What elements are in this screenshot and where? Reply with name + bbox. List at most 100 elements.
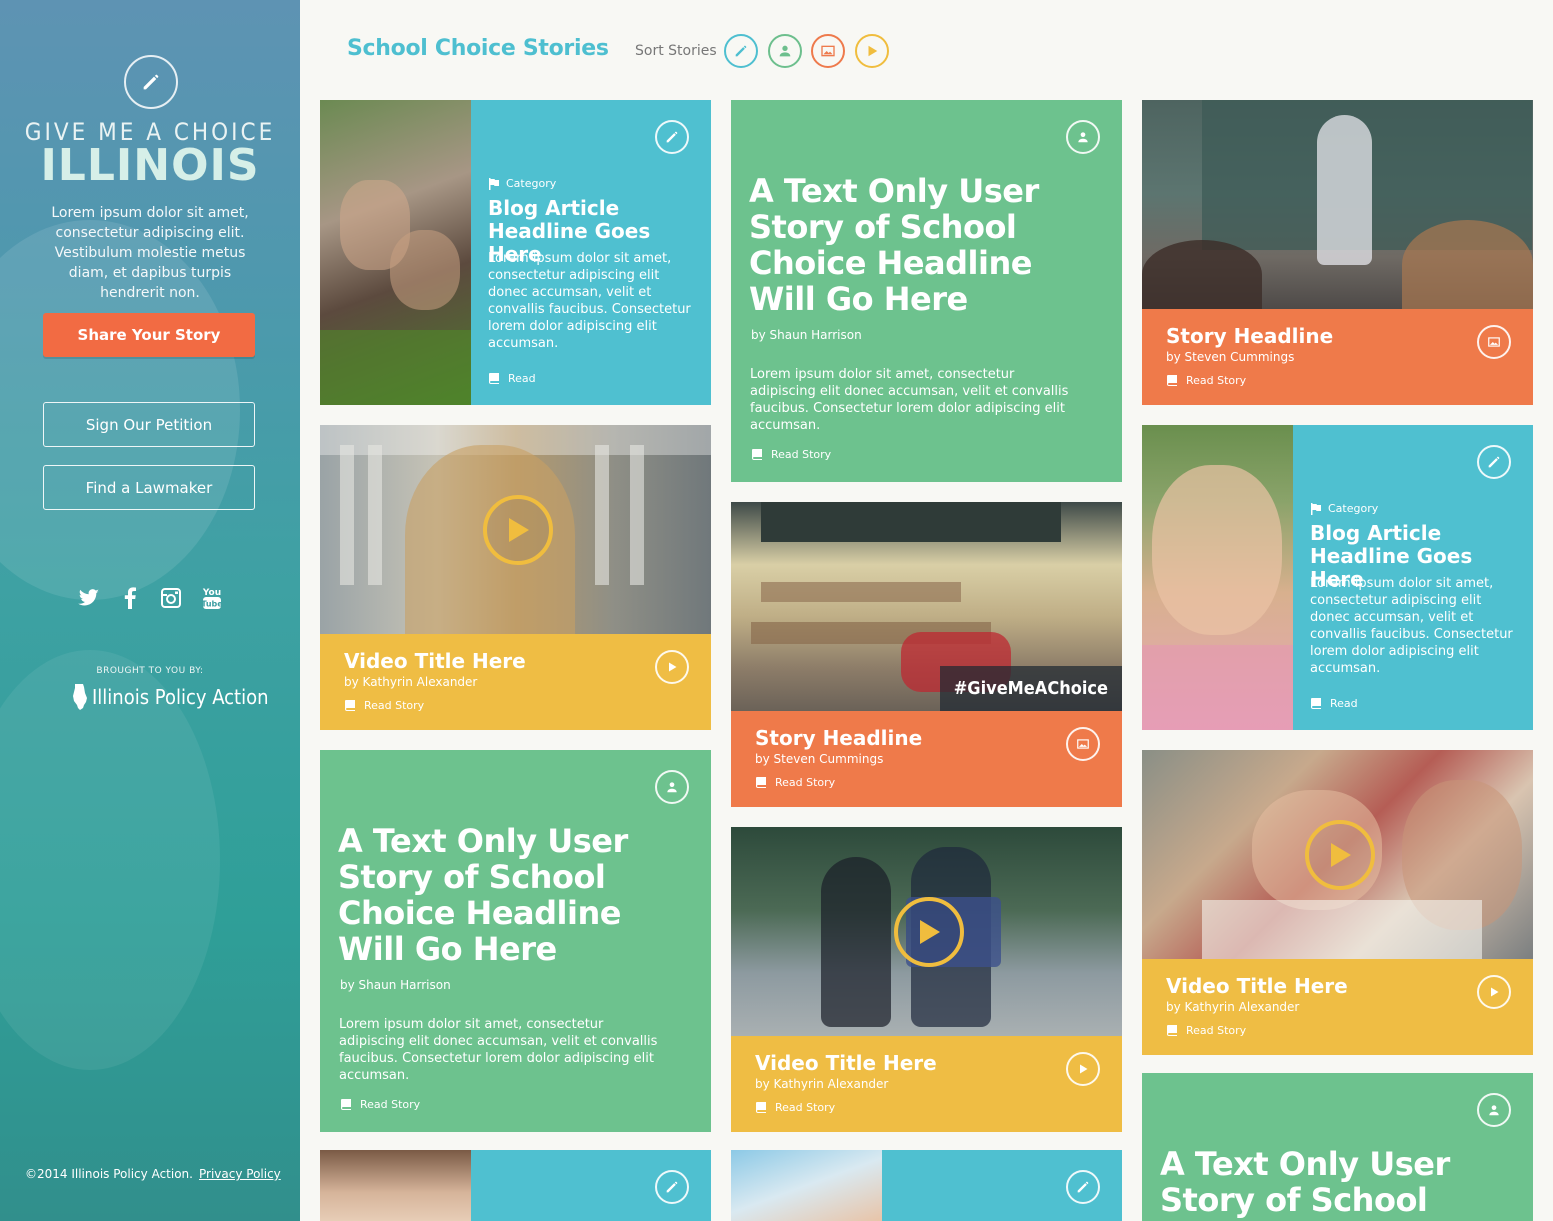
user-icon[interactable] bbox=[1477, 1093, 1511, 1127]
play-video-button[interactable] bbox=[483, 495, 553, 565]
pencil-icon bbox=[735, 45, 747, 57]
blog-card[interactable] bbox=[731, 1150, 1122, 1221]
story-byline: by Shaun Harrison bbox=[340, 978, 451, 992]
category-label[interactable]: Category bbox=[488, 177, 556, 190]
video-card[interactable]: Video Title Here by Kathyrin Alexander R… bbox=[731, 827, 1122, 1132]
story-headline[interactable]: Story Headline bbox=[755, 726, 922, 750]
social-links: You Tube bbox=[78, 586, 223, 610]
read-story-link[interactable]: Read Story bbox=[755, 1101, 835, 1114]
sponsor-logo[interactable]: Illinois Policy Action bbox=[72, 683, 269, 711]
user-icon[interactable] bbox=[655, 770, 689, 804]
youtube-icon[interactable]: You Tube bbox=[201, 586, 223, 610]
video-card[interactable]: Video Title Here by Kathyrin Alexander R… bbox=[320, 425, 711, 730]
blog-card[interactable]: Category Blog Article Headline Goes Here… bbox=[320, 100, 711, 405]
category-text: Category bbox=[506, 177, 557, 190]
story-byline: by Steven Cummings bbox=[755, 752, 884, 766]
read-text: Read Story bbox=[1186, 1024, 1247, 1037]
sort-photo-button[interactable] bbox=[811, 34, 845, 68]
intro-text: Lorem ipsum dolor sit amet, consectetur … bbox=[51, 205, 249, 301]
share-story-button[interactable]: Share Your Story bbox=[43, 313, 255, 357]
blog-card[interactable]: Category Blog Article Headline Goes Here… bbox=[1142, 425, 1533, 730]
pencil-logo-icon[interactable] bbox=[124, 55, 178, 109]
image-icon[interactable] bbox=[1066, 727, 1100, 761]
read-text: Read Story bbox=[364, 699, 425, 712]
site-brand[interactable]: ILLINOIS bbox=[0, 140, 300, 191]
read-text: Read Story bbox=[775, 1101, 836, 1114]
blog-card[interactable] bbox=[320, 1150, 711, 1221]
text-story-card[interactable]: A Text Only User Story of School Choice … bbox=[731, 100, 1122, 482]
read-text: Read Story bbox=[775, 776, 836, 789]
story-photo bbox=[1142, 425, 1293, 730]
read-text: Read Story bbox=[360, 1098, 421, 1111]
instagram-icon[interactable] bbox=[160, 586, 182, 610]
book-icon bbox=[1311, 698, 1321, 709]
play-video-button[interactable] bbox=[894, 897, 964, 967]
story-photo bbox=[320, 1150, 471, 1221]
read-text: Read Story bbox=[771, 448, 832, 461]
sidebar: GIVE ME A CHOICE ILLINOIS Lorem ipsum do… bbox=[0, 0, 300, 1221]
play-video-button[interactable] bbox=[1305, 820, 1375, 890]
story-photo bbox=[320, 100, 471, 405]
book-icon bbox=[752, 449, 762, 460]
read-story-link[interactable]: Read Story bbox=[340, 1098, 420, 1111]
book-icon bbox=[489, 373, 499, 384]
read-story-link[interactable]: Read Story bbox=[1166, 374, 1246, 387]
book-icon bbox=[756, 777, 766, 788]
illinois-state-icon bbox=[73, 684, 87, 710]
user-icon bbox=[779, 45, 791, 57]
flag-icon bbox=[1311, 502, 1321, 515]
play-circle-icon[interactable] bbox=[1066, 1052, 1100, 1086]
pencil-icon[interactable] bbox=[655, 1170, 689, 1204]
read-story-link[interactable]: Read Story bbox=[344, 699, 424, 712]
story-headline[interactable]: A Text Only User Story of School Choice … bbox=[338, 823, 658, 967]
read-text: Read Story bbox=[1186, 374, 1247, 387]
pencil-icon[interactable] bbox=[655, 120, 689, 154]
story-headline[interactable]: A Text Only User Story of School bbox=[1160, 1146, 1480, 1218]
background-photo-overlay bbox=[0, 650, 220, 1070]
image-icon bbox=[821, 45, 835, 57]
user-icon[interactable] bbox=[1066, 120, 1100, 154]
video-title[interactable]: Video Title Here bbox=[755, 1051, 937, 1075]
facebook-icon[interactable] bbox=[119, 586, 141, 610]
video-title[interactable]: Video Title Here bbox=[344, 649, 526, 673]
story-headline[interactable]: A Text Only User Story of School Choice … bbox=[749, 173, 1069, 317]
read-link[interactable]: Read bbox=[488, 372, 536, 385]
story-headline[interactable]: Story Headline bbox=[1166, 324, 1333, 348]
read-story-link[interactable]: Read Story bbox=[1166, 1024, 1246, 1037]
book-icon bbox=[756, 1102, 766, 1113]
sort-video-button[interactable] bbox=[855, 34, 889, 68]
play-circle-icon[interactable] bbox=[655, 650, 689, 684]
sort-user-button[interactable] bbox=[768, 34, 802, 68]
copyright-text: ©2014 Illinois Policy Action. bbox=[25, 1167, 193, 1181]
text-story-card[interactable]: A Text Only User Story of School Choice … bbox=[320, 750, 711, 1132]
video-card[interactable]: Video Title Here by Kathyrin Alexander R… bbox=[1142, 750, 1533, 1055]
book-icon bbox=[1167, 1025, 1177, 1036]
video-title[interactable]: Video Title Here bbox=[1166, 974, 1348, 998]
story-excerpt: Lorem ipsum dolor sit amet, consectetur … bbox=[339, 1017, 658, 1083]
pencil-icon[interactable] bbox=[1477, 445, 1511, 479]
photo-story-card[interactable]: Story Headline by Steven Cummings Read S… bbox=[1142, 100, 1533, 405]
flag-icon bbox=[489, 177, 499, 190]
svg-text:Tube: Tube bbox=[202, 600, 222, 609]
blog-excerpt: Lorem ipsum dolor sit amet, consectetur … bbox=[488, 251, 691, 351]
privacy-policy-link[interactable]: Privacy Policy bbox=[199, 1167, 281, 1181]
read-link[interactable]: Read bbox=[1310, 697, 1358, 710]
image-icon[interactable] bbox=[1477, 325, 1511, 359]
hashtag-label: #GiveMeAChoice bbox=[939, 666, 1122, 711]
category-label[interactable]: Category bbox=[1310, 502, 1378, 515]
photo-story-card[interactable]: #GiveMeAChoice Story Headline by Steven … bbox=[731, 502, 1122, 807]
story-excerpt: Lorem ipsum dolor sit amet, consectetur … bbox=[750, 367, 1069, 433]
read-story-link[interactable]: Read Story bbox=[755, 776, 835, 789]
svg-text:You: You bbox=[202, 588, 221, 598]
play-circle-icon[interactable] bbox=[1477, 975, 1511, 1009]
story-photo bbox=[731, 1150, 882, 1221]
text-story-card[interactable]: A Text Only User Story of School bbox=[1142, 1073, 1533, 1221]
video-byline: by Kathyrin Alexander bbox=[1166, 1000, 1300, 1014]
find-lawmaker-button[interactable]: Find a Lawmaker bbox=[43, 465, 255, 510]
book-icon bbox=[341, 1099, 351, 1110]
twitter-icon[interactable] bbox=[78, 586, 100, 610]
read-story-link[interactable]: Read Story bbox=[751, 448, 831, 461]
sign-petition-button[interactable]: Sign Our Petition bbox=[43, 402, 255, 447]
pencil-icon[interactable] bbox=[1066, 1170, 1100, 1204]
sort-blog-button[interactable] bbox=[724, 34, 758, 68]
